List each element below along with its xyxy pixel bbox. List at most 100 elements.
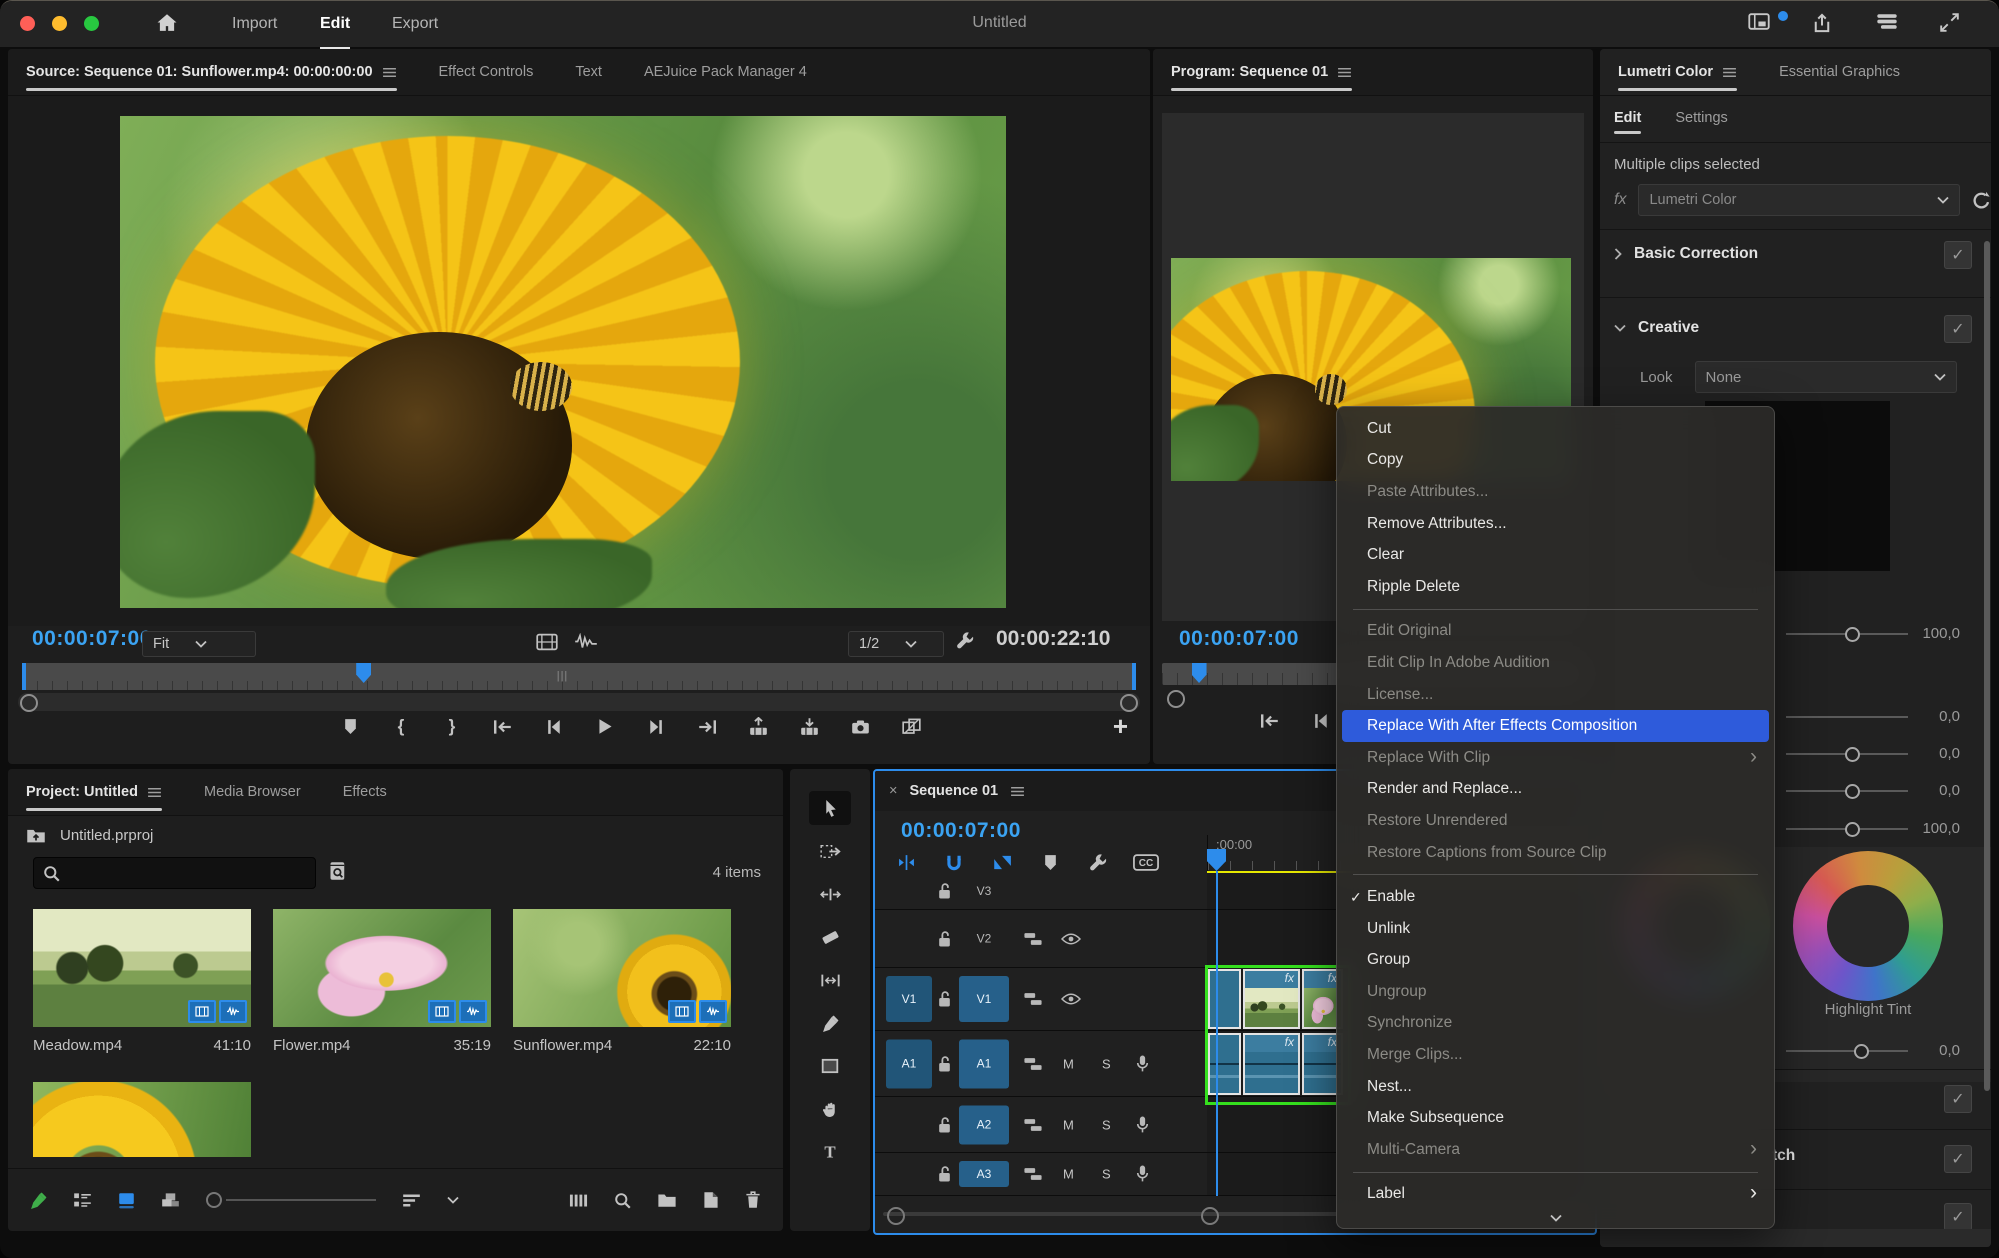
menu-item[interactable]: Make Subsequence [1342,1102,1769,1134]
drag-video-icon[interactable] [536,633,558,651]
goto-in-button[interactable] [491,719,515,735]
track-header-v3[interactable]: V3 [875,873,1207,910]
source-playhead[interactable] [356,663,371,683]
panel-menu-icon[interactable] [1010,786,1025,797]
goto-out-button[interactable] [695,719,719,735]
ripple-edit-tool[interactable] [809,877,851,911]
track-header-a3[interactable]: A3 M S [875,1153,1207,1196]
Sunflower.mp4[interactable]: Sunflower.mp422:10 [513,909,731,1054]
mute-button[interactable]: M [1063,1117,1074,1132]
sort-chevron-icon[interactable] [447,1196,459,1204]
track-header-v2[interactable]: V2 [875,910,1207,968]
program-zoom-handle[interactable] [1167,690,1185,708]
slip-tool[interactable] [809,963,851,997]
menu-item[interactable]: Copy [1342,445,1769,477]
lumetri-slider[interactable]: 0,0 [1786,710,1966,724]
mute-button[interactable]: M [1063,1167,1074,1182]
lumetri-slider[interactable]: 100,0 [1786,822,1966,836]
panel-menu-icon[interactable] [382,67,397,78]
solo-button[interactable]: S [1102,1117,1111,1132]
track-select-tool[interactable] [809,834,851,868]
sync-lock-icon[interactable] [1023,931,1043,946]
track-target-a1[interactable]: A1 [959,1039,1009,1088]
highlight-tint-wheel[interactable] [1793,851,1943,1001]
voiceover-record-icon[interactable] [1135,1165,1150,1184]
search-input[interactable] [33,857,316,889]
linked-selection-icon[interactable] [989,854,1015,871]
menu-item[interactable]: Edit Clip In Adobe Audition [1342,647,1769,679]
section-creative[interactable]: Creative [1614,319,1699,337]
section-basic-correction[interactable]: Basic Correction [1614,245,1758,263]
step-back-button[interactable] [1309,713,1333,729]
thumbnail-zoom-slider[interactable] [206,1192,376,1208]
mark-in-button[interactable]: { [389,717,413,736]
menu-item[interactable]: Restore Unrendered [1342,805,1769,837]
Meadow.mp4[interactable]: Meadow.mp441:10 [33,909,251,1054]
export-frame-button[interactable] [848,719,872,735]
lock-icon[interactable] [937,991,952,1008]
sync-lock-icon[interactable] [1023,1056,1043,1071]
source-zoom-bar[interactable] [18,693,1140,711]
automate-to-sequence-icon[interactable] [569,1193,588,1208]
menu-item[interactable]: Replace With After Effects Composition [1342,710,1769,742]
menu-item[interactable]: Clear [1342,539,1769,571]
rectangle-tool[interactable] [809,1049,851,1083]
curves-checkbox[interactable]: ✓ [1944,1085,1972,1113]
pen-tool[interactable] [809,1006,851,1040]
source-scrubber[interactable]: ||| [22,663,1136,690]
source-patch-v1[interactable]: V1 [886,976,932,1022]
mark-out-button[interactable]: } [440,717,464,736]
step-back-button[interactable] [542,719,566,735]
settings-wrench-icon[interactable] [956,631,975,650]
menu-item[interactable]: License... [1342,679,1769,711]
mute-button[interactable]: M [1063,1056,1074,1071]
voiceover-record-icon[interactable] [1135,1115,1150,1134]
color-match-checkbox[interactable]: ✓ [1944,1145,1972,1173]
program-playhead[interactable] [1192,663,1207,683]
new-bin-icon[interactable] [657,1192,677,1208]
tab-program[interactable]: Program: Sequence 01 [1171,49,1352,95]
quick-export-workspace-icon[interactable] [1748,13,1770,30]
effect-select[interactable]: Lumetri Color [1638,184,1960,216]
menu-item[interactable]: Synchronize [1342,1008,1769,1040]
tab-effect-controls[interactable]: Effect Controls [439,49,534,95]
menu-item[interactable]: Remove Attributes... [1342,508,1769,540]
sync-lock-icon[interactable] [1023,1117,1043,1132]
add-marker-icon[interactable] [1037,854,1063,871]
toggle-track-output-icon[interactable] [1061,932,1081,945]
reset-icon[interactable] [1972,191,1991,210]
magnet-icon[interactable] [941,854,967,872]
captions-icon[interactable]: CC [1133,854,1159,871]
timeline-timecode[interactable]: 00:00:07:00 [901,819,1021,843]
source-zoom-select[interactable]: Fit [142,631,256,657]
subtab-settings[interactable]: Settings [1675,98,1727,138]
menu-item[interactable]: Merge Clips... [1342,1039,1769,1071]
track-target-a3[interactable]: A3 [959,1161,1009,1187]
razor-tool[interactable] [809,920,851,954]
lock-icon[interactable] [937,1116,952,1133]
track-header-a1[interactable]: A1 A1 M S [875,1031,1207,1097]
sync-lock-icon[interactable] [1023,992,1043,1007]
tab-media-browser[interactable]: Media Browser [204,769,301,815]
compare-button[interactable] [899,718,923,735]
delete-icon[interactable] [745,1191,761,1209]
menu-item[interactable]: Nest... [1342,1071,1769,1103]
lumetri-slider[interactable]: 0,0 [1786,784,1966,798]
tab-source[interactable]: Source: Sequence 01: Sunflower.mp4: 00:0… [26,49,397,95]
toggle-track-output-icon[interactable] [1061,993,1081,1006]
tab-lumetri-color[interactable]: Lumetri Color [1618,49,1737,95]
voiceover-record-icon[interactable] [1135,1054,1150,1073]
hand-tool[interactable] [809,1092,851,1126]
snap-icon[interactable] [893,854,919,871]
writable-pen-icon[interactable] [30,1192,47,1209]
menu-item[interactable]: Cut [1342,413,1769,445]
lift-button[interactable] [746,717,770,736]
lumetri-scrollbar[interactable] [1984,241,1990,1091]
list-view-icon[interactable] [73,1192,92,1209]
tab-project[interactable]: Project: Untitled [26,769,162,815]
menu-item[interactable]: Paste Attributes... [1342,476,1769,508]
freeform-view-icon[interactable] [161,1192,180,1209]
lock-icon[interactable] [937,1055,952,1072]
tab-text[interactable]: Text [575,49,602,95]
tab-essential-graphics[interactable]: Essential Graphics [1779,49,1900,95]
